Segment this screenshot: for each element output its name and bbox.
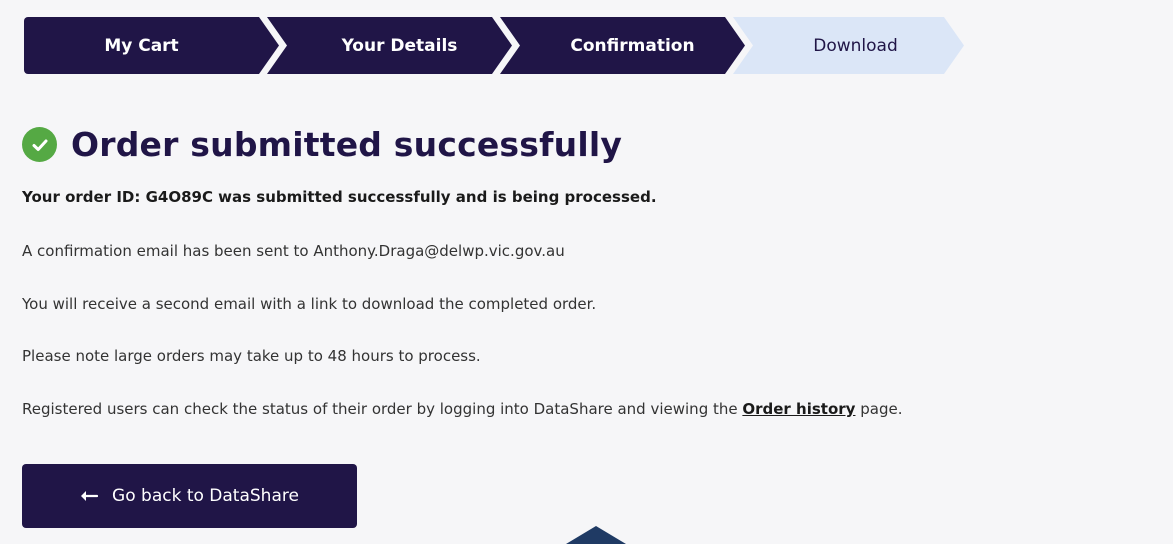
large-orders-message: Please note large orders may take up to … xyxy=(22,347,481,365)
checkout-stepper: My Cart Your Details Confirmation Downlo… xyxy=(24,17,964,74)
step-download: Download xyxy=(733,17,964,74)
step-your-details[interactable]: Your Details xyxy=(267,17,512,74)
step-label: Download xyxy=(813,35,898,56)
order-history-link[interactable]: Order history xyxy=(742,400,855,418)
registered-suffix: page. xyxy=(855,400,903,418)
back-to-datashare-button[interactable]: Go back to DataShare xyxy=(22,464,357,528)
step-label: Your Details xyxy=(341,35,458,56)
back-button-label: Go back to DataShare xyxy=(112,486,299,506)
registered-prefix: Registered users can check the status of… xyxy=(22,400,743,418)
confirmation-email-message: A confirmation email has been sent to An… xyxy=(22,242,565,260)
success-heading: Order submitted successfully xyxy=(22,125,622,164)
step-confirmation[interactable]: Confirmation xyxy=(500,17,745,74)
back-to-top-tab[interactable] xyxy=(566,526,626,544)
step-label: Confirmation xyxy=(570,35,695,56)
page-title: Order submitted successfully xyxy=(71,125,623,164)
order-id-message: Your order ID: G4O89C was submitted succ… xyxy=(22,188,657,206)
step-my-cart[interactable]: My Cart xyxy=(24,17,279,74)
check-circle-icon xyxy=(22,127,57,162)
second-email-message: You will receive a second email with a l… xyxy=(22,295,597,313)
arrow-left-icon xyxy=(80,486,99,507)
registered-users-message: Registered users can check the status of… xyxy=(22,400,902,418)
step-label: My Cart xyxy=(104,35,179,56)
